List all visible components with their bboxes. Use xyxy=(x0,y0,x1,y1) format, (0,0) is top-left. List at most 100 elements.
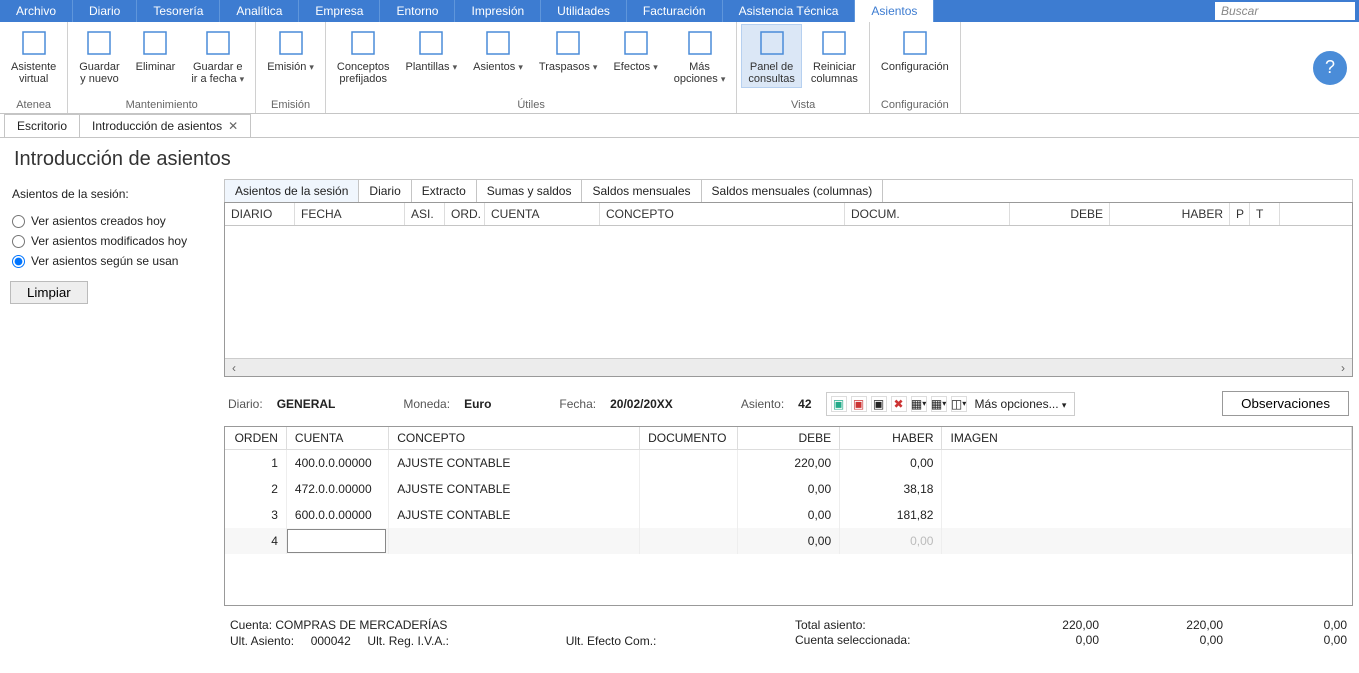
cell-haber[interactable]: 0,00 xyxy=(840,450,942,477)
cell-documento[interactable] xyxy=(640,450,738,477)
ribbon-btn[interactable]: Emisión ▾ xyxy=(260,24,321,76)
cell-cuenta[interactable]: 400.0.0.00000 xyxy=(286,450,388,477)
grid1-col-header[interactable]: ASI. xyxy=(405,203,445,225)
inner-tab[interactable]: Saldos mensuales (columnas) xyxy=(702,180,884,202)
doc-remove-icon[interactable]: ▣ xyxy=(851,396,867,412)
menu-item-facturación[interactable]: Facturación xyxy=(627,0,723,22)
cell-haber[interactable]: 181,82 xyxy=(840,502,942,528)
doc-tab[interactable]: Introducción de asientos✕ xyxy=(79,114,251,137)
cell-debe[interactable]: 0,00 xyxy=(737,502,839,528)
menu-item-asistencia técnica[interactable]: Asistencia Técnica xyxy=(723,0,856,22)
table-row[interactable]: 3600.0.0.00000AJUSTE CONTABLE 0,00181,82 xyxy=(225,502,1352,528)
grid1-col-header[interactable]: P xyxy=(1230,203,1250,225)
sidebar-radio[interactable] xyxy=(12,215,25,228)
scroll-left-icon[interactable]: ‹ xyxy=(225,359,243,376)
close-icon[interactable]: ✕ xyxy=(228,119,238,133)
ribbon-btn[interactable]: Guardary nuevo xyxy=(72,24,126,88)
grid1-col-header[interactable]: DEBE xyxy=(1010,203,1110,225)
ribbon-btn[interactable]: Asientos ▾ xyxy=(466,24,530,76)
inner-tab[interactable]: Asientos de la sesión xyxy=(225,180,359,202)
cell-debe[interactable]: 0,00 xyxy=(737,476,839,502)
inner-tab[interactable]: Extracto xyxy=(412,180,477,202)
ribbon-btn[interactable]: Asistentevirtual xyxy=(4,24,63,88)
grid1-col-header[interactable]: FECHA xyxy=(295,203,405,225)
grid-del-icon[interactable]: ✖ xyxy=(891,396,907,412)
grid1-col-header[interactable]: ORD. xyxy=(445,203,485,225)
grid1-col-header[interactable]: T xyxy=(1250,203,1280,225)
sidebar-radio[interactable] xyxy=(12,255,25,268)
grid2-col-header[interactable]: CUENTA xyxy=(286,427,388,450)
ribbon-btn[interactable]: Másopciones ▾ xyxy=(667,24,733,88)
menu-item-impresión[interactable]: Impresión xyxy=(455,0,541,22)
menu-item-analítica[interactable]: Analítica xyxy=(220,0,299,22)
cell-orden[interactable]: 3 xyxy=(225,502,286,528)
ribbon-btn[interactable]: Reiniciarcolumnas xyxy=(804,24,865,88)
cell-concepto[interactable]: AJUSTE CONTABLE xyxy=(389,502,640,528)
table-row[interactable]: 1400.0.0.00000AJUSTE CONTABLE 220,000,00 xyxy=(225,450,1352,477)
cell-orden[interactable]: 1 xyxy=(225,450,286,477)
grid2-col-header[interactable]: IMAGEN xyxy=(942,427,1352,450)
ribbon-btn[interactable]: Guardar eir a fecha ▾ xyxy=(184,24,251,88)
table-row[interactable]: 2472.0.0.00000AJUSTE CONTABLE 0,0038,18 xyxy=(225,476,1352,502)
grid2-col-header[interactable]: ORDEN xyxy=(225,427,286,450)
doc-tab[interactable]: Escritorio xyxy=(4,114,80,137)
inner-tab[interactable]: Saldos mensuales xyxy=(582,180,701,202)
cell-orden[interactable]: 2 xyxy=(225,476,286,502)
grid-opt1-icon[interactable]: ▦▾ xyxy=(911,396,927,412)
observations-button[interactable]: Observaciones xyxy=(1222,391,1349,416)
cell-debe[interactable]: 0,00 xyxy=(737,528,839,554)
cell-haber[interactable]: 38,18 xyxy=(840,476,942,502)
sidebar-option[interactable]: Ver asientos modificados hoy xyxy=(10,231,212,251)
sidebar-radio[interactable] xyxy=(12,235,25,248)
menu-item-diario[interactable]: Diario xyxy=(73,0,137,22)
doc-attach-icon[interactable]: ◫▾ xyxy=(951,396,967,412)
more-options-button[interactable]: Más opciones... ▾ xyxy=(971,395,1071,413)
grid1-col-header[interactable]: CUENTA xyxy=(485,203,600,225)
cell-debe[interactable]: 220,00 xyxy=(737,450,839,477)
cell-documento[interactable] xyxy=(640,502,738,528)
cuenta-input[interactable] xyxy=(287,529,386,553)
grid1-col-header[interactable]: CONCEPTO xyxy=(600,203,845,225)
search-input[interactable]: Buscar xyxy=(1215,2,1355,20)
cell-concepto[interactable]: AJUSTE CONTABLE xyxy=(389,450,640,477)
sidebar-option[interactable]: Ver asientos creados hoy xyxy=(10,211,212,231)
inner-tab[interactable]: Diario xyxy=(359,180,411,202)
inner-tab[interactable]: Sumas y saldos xyxy=(477,180,583,202)
doc-copy-icon[interactable]: ▣ xyxy=(871,396,887,412)
scroll-right-icon[interactable]: › xyxy=(1334,359,1352,376)
ribbon-btn[interactable]: Efectos ▾ xyxy=(606,24,664,76)
ribbon-btn[interactable]: Conceptosprefijados xyxy=(330,24,397,88)
cell-orden[interactable]: 4 xyxy=(225,528,286,554)
menu-item-archivo[interactable]: Archivo xyxy=(0,0,73,22)
ribbon-btn[interactable]: Configuración xyxy=(874,24,956,76)
grid1-col-header[interactable]: DIARIO xyxy=(225,203,295,225)
menu-item-utilidades[interactable]: Utilidades xyxy=(541,0,627,22)
cell-concepto[interactable] xyxy=(389,528,640,554)
ribbon-btn[interactable]: Plantillas ▾ xyxy=(399,24,465,76)
menu-item-empresa[interactable]: Empresa xyxy=(299,0,380,22)
cell-cuenta[interactable] xyxy=(286,528,388,554)
cell-imagen[interactable] xyxy=(942,528,1352,554)
cell-documento[interactable] xyxy=(640,476,738,502)
cell-cuenta[interactable]: 472.0.0.00000 xyxy=(286,476,388,502)
help-icon[interactable]: ? xyxy=(1313,51,1347,85)
clear-button[interactable]: Limpiar xyxy=(10,281,88,304)
cell-documento[interactable] xyxy=(640,528,738,554)
grid-opt2-icon[interactable]: ▦▾ xyxy=(931,396,947,412)
ribbon-btn[interactable]: Panel deconsultas xyxy=(741,24,801,88)
cell-imagen[interactable] xyxy=(942,476,1352,502)
menu-item-entorno[interactable]: Entorno xyxy=(380,0,455,22)
table-row[interactable]: 4 0,000,00 xyxy=(225,528,1352,554)
grid1-col-header[interactable]: DOCUM. xyxy=(845,203,1010,225)
cell-imagen[interactable] xyxy=(942,450,1352,477)
scrollbar[interactable]: ‹ › xyxy=(225,358,1352,376)
grid2-col-header[interactable]: DEBE xyxy=(737,427,839,450)
cell-concepto[interactable]: AJUSTE CONTABLE xyxy=(389,476,640,502)
menu-item-asientos[interactable]: Asientos xyxy=(855,0,934,22)
menu-item-tesorería[interactable]: Tesorería xyxy=(137,0,220,22)
doc-add-icon[interactable]: ▣ xyxy=(831,396,847,412)
cell-haber[interactable]: 0,00 xyxy=(840,528,942,554)
ribbon-btn[interactable]: Eliminar xyxy=(129,24,183,76)
cell-cuenta[interactable]: 600.0.0.00000 xyxy=(286,502,388,528)
grid2-col-header[interactable]: DOCUMENTO xyxy=(640,427,738,450)
